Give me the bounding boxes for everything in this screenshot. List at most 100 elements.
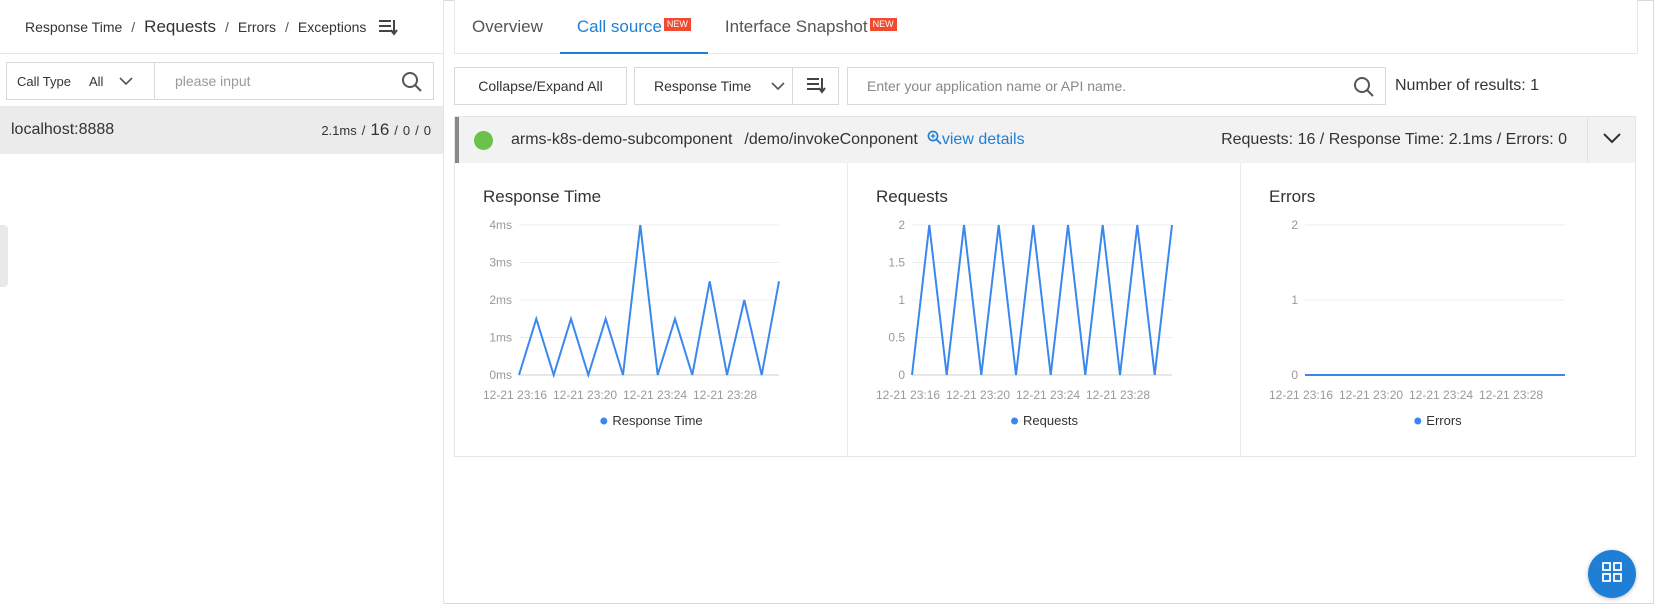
sort-bar: Response Time / Requests / Errors / Exce… [0, 0, 443, 54]
sort-order-button[interactable] [793, 67, 839, 105]
x-tick-label: 12-21 23:28 [1086, 388, 1150, 402]
host-errors: 0 [402, 123, 411, 138]
y-tick-label: 0.5 [888, 331, 905, 345]
view-details-label: view details [941, 131, 1025, 148]
separator: / [285, 18, 289, 35]
y-tick-label: 3ms [489, 256, 512, 270]
sort-icon[interactable] [378, 18, 399, 36]
host-search-box [155, 62, 434, 100]
separator: / [131, 18, 136, 35]
expand-toggle-button[interactable] [1587, 117, 1635, 163]
chart-legend[interactable]: Errors [1414, 413, 1462, 428]
x-tick-label: 12-21 23:20 [1339, 388, 1403, 402]
tab-bar: Overview Call source NEW Interface Snaps… [454, 0, 1638, 54]
chevron-down-icon [771, 78, 785, 94]
tab-label: Interface Snapshot [724, 16, 868, 36]
y-tick-label: 0ms [489, 368, 512, 382]
legend-dot [600, 417, 608, 425]
chart-svg: 0 1 2 12-21 23:16 12-21 23:20 12-21 23:24 12-2… [1269, 218, 1565, 428]
sort-icon [806, 76, 826, 97]
service-card-header: arms-k8s-demo-subcomponent /demo/invokeC… [455, 117, 1635, 163]
y-tick-label: 2 [898, 218, 905, 232]
chart-svg: 0ms 1ms 2ms 3ms 4ms 12-21 23:16 12-21 23:20 12-… [483, 218, 780, 428]
host-name: localhost:8888 [11, 121, 115, 138]
legend-dot [1414, 417, 1422, 425]
sort-option-requests[interactable]: Requests [144, 17, 216, 37]
call-type-select[interactable]: Call Type All [6, 62, 155, 100]
new-badge: NEW [869, 18, 897, 31]
y-tick-label: 4ms [489, 218, 512, 232]
host-stats: 2.1ms/16/0/0 [321, 120, 431, 139]
y-tick-label: 2 [1291, 218, 1298, 232]
sort-option-response-time[interactable]: Response Time [25, 19, 122, 35]
y-tick-label: 1 [898, 293, 905, 307]
search-icon[interactable] [1353, 76, 1375, 103]
errors-chart: Errors 0 1 2 12-21 23:16 12-21 23:20 12-21 23… [1241, 163, 1635, 456]
call-type-value: All [88, 73, 104, 89]
api-search-input[interactable] [867, 78, 1327, 94]
collapse-expand-button[interactable]: Collapse/Expand All [454, 67, 627, 105]
tab-interface-snapshot[interactable]: Interface Snapshot NEW [708, 0, 914, 53]
service-stats: Requests: 16 / Response Time: 2.1ms / Er… [1221, 131, 1567, 148]
status-dot [474, 130, 493, 150]
view-details-link[interactable]: view details [927, 130, 1025, 150]
x-tick-label: 12-21 23:24 [1016, 388, 1080, 402]
sort-by-select[interactable]: Response Time [634, 67, 793, 105]
tab-overview[interactable]: Overview [472, 0, 560, 53]
y-tick-label: 1.5 [888, 256, 905, 270]
chart-area: Response Time 0ms 1ms 2ms 3ms 4ms 12-21 23:16… [455, 163, 1635, 456]
x-tick-label: 12-21 23:20 [553, 388, 617, 402]
response-time-chart: Response Time 0ms 1ms 2ms 3ms 4ms 12-21 23:16… [455, 163, 848, 456]
sort-option-errors[interactable]: Errors [238, 19, 276, 35]
x-tick-label: 12-21 23:24 [1409, 388, 1473, 402]
legend-dot [1011, 417, 1019, 425]
call-type-label: Call Type [17, 73, 71, 89]
x-tick-label: 12-21 23:24 [623, 388, 687, 402]
y-tick-label: 1 [1291, 293, 1298, 307]
host-response-time: 2.1ms [321, 123, 357, 138]
service-name: arms-k8s-demo-subcomponent [511, 131, 733, 148]
chevron-down-icon [119, 74, 133, 89]
toolbar: Collapse/Expand All Response Time Number… [454, 67, 1638, 105]
results-count: Number of results: 1 [1395, 77, 1540, 94]
y-tick-label: 1ms [489, 331, 512, 345]
sort-option-exceptions[interactable]: Exceptions [298, 19, 366, 35]
left-panel: Response Time / Requests / Errors / Exce… [0, 0, 444, 604]
chart-svg: 0 0.5 1 1.5 2 12-21 23:16 12-21 23:20 12-21 23:… [876, 218, 1173, 428]
api-search-box [847, 67, 1386, 105]
grid-icon [1601, 561, 1623, 588]
tab-label: Call source [576, 16, 662, 36]
host-requests: 16 [370, 120, 390, 139]
filter-row: Call Type All [6, 62, 434, 100]
x-tick-label: 12-21 23:16 [483, 388, 547, 402]
legend-label: Requests [1023, 413, 1078, 428]
host-search-input[interactable] [175, 73, 395, 89]
legend-label: Response Time [612, 413, 702, 428]
chart-legend[interactable]: Requests [1011, 413, 1078, 428]
host-list-item[interactable]: localhost:8888 2.1ms/16/0/0 [0, 106, 443, 154]
zoom-in-icon [927, 130, 942, 150]
x-tick-label: 12-21 23:16 [1269, 388, 1333, 402]
search-icon[interactable] [401, 71, 423, 98]
chart-legend[interactable]: Response Time [600, 413, 703, 428]
separator: / [225, 18, 229, 35]
new-badge: NEW [663, 18, 691, 31]
tab-call-source[interactable]: Call source NEW [559, 0, 708, 54]
chevron-down-icon [1602, 131, 1621, 149]
x-tick-label: 12-21 23:28 [1479, 388, 1543, 402]
y-tick-label: 2ms [489, 293, 512, 307]
y-tick-label: 0 [898, 368, 905, 382]
x-tick-label: 12-21 23:16 [876, 388, 940, 402]
y-tick-label: 0 [1291, 368, 1298, 382]
service-path: /demo/invokeConponent [744, 131, 918, 148]
host-exceptions: 0 [423, 123, 431, 138]
legend-label: Errors [1426, 413, 1462, 428]
service-card: arms-k8s-demo-subcomponent /demo/invokeC… [454, 116, 1636, 457]
sort-by-value: Response Time [654, 78, 752, 94]
panel-resize-handle[interactable] [0, 225, 8, 287]
floating-action-button[interactable] [1588, 550, 1636, 598]
requests-chart: Requests 0 0.5 1 1.5 2 12-21 23:16 12-21 23:20… [848, 163, 1241, 456]
tab-label: Overview [472, 16, 543, 36]
x-tick-label: 12-21 23:20 [946, 388, 1010, 402]
x-tick-label: 12-21 23:28 [693, 388, 757, 402]
